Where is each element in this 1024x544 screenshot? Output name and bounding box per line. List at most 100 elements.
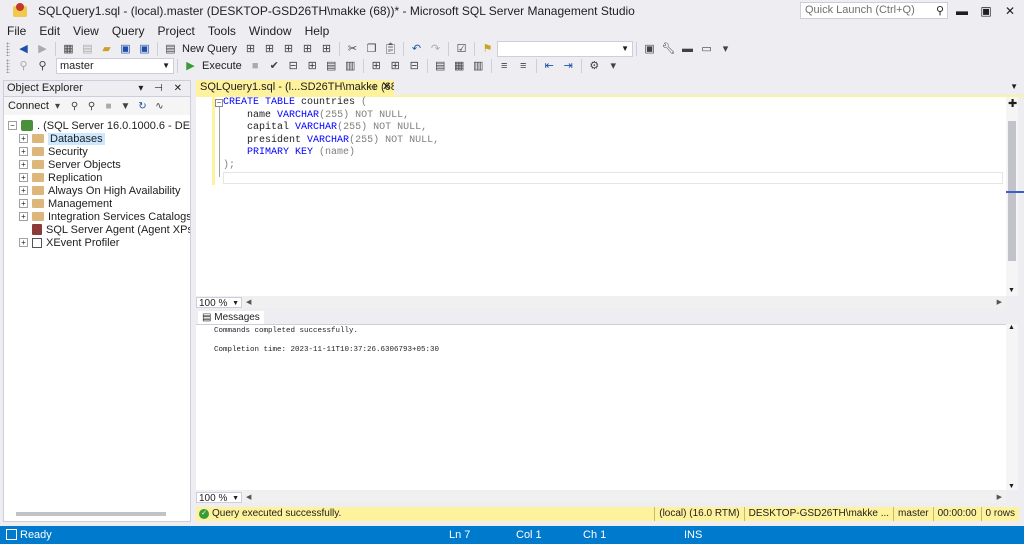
scroll-left-icon[interactable]: ◀ <box>246 298 251 306</box>
menu-edit[interactable]: Edit <box>34 24 68 38</box>
results-to-text-icon[interactable]: ▥ <box>342 58 358 74</box>
expand-icon[interactable]: + <box>19 134 28 143</box>
toolbar-options-icon[interactable]: ▾ <box>718 41 734 57</box>
live-stats-icon[interactable]: ⊞ <box>387 58 403 74</box>
toolbar-options-icon[interactable]: ▾ <box>605 58 621 74</box>
horizontal-scrollbar[interactable] <box>16 512 166 516</box>
specify-values-icon[interactable]: ⚙ <box>586 58 602 74</box>
menu-tools[interactable]: Tools <box>203 24 244 38</box>
scroll-down-icon[interactable]: ▼ <box>1008 287 1015 294</box>
output-icon[interactable]: ▭ <box>699 41 715 57</box>
activity-monitor-icon[interactable]: ☑ <box>454 41 470 57</box>
close-tab-icon[interactable]: ✕ <box>382 80 391 95</box>
tab-sqlquery1[interactable]: SQLQuery1.sql - (l...SD26TH\makke (68))*… <box>196 80 394 95</box>
client-stats-icon[interactable]: ⊟ <box>406 58 422 74</box>
find-icon[interactable]: ⚑ <box>480 41 496 57</box>
results-to-grid-icon[interactable]: ▤ <box>432 58 448 74</box>
sql-code[interactable]: CREATE TABLE countries ( name VARCHAR(25… <box>223 97 439 173</box>
cancel-query-icon[interactable]: ■ <box>247 58 263 74</box>
tab-list-dropdown-icon[interactable]: ▼ <box>1010 82 1018 91</box>
decrease-indent-icon[interactable]: ⇤ <box>541 58 557 74</box>
tree-node-always-on[interactable]: + Always On High Availability <box>4 184 190 197</box>
expand-icon[interactable]: + <box>19 173 28 182</box>
results-zoom-select[interactable]: 100 % ▼ <box>196 491 242 504</box>
refresh-icon[interactable]: ↻ <box>135 98 149 114</box>
database-select[interactable]: master ▼ <box>56 57 174 74</box>
execute-icon[interactable]: ▶ <box>183 58 199 74</box>
editor-vertical-scrollbar[interactable]: ✚ ▼ <box>1006 97 1018 296</box>
query-editor[interactable]: − CREATE TABLE countries ( name VARCHAR(… <box>196 97 1006 296</box>
properties-icon[interactable]: 🔧︎ <box>661 41 677 57</box>
panel-controls[interactable]: ▾ ⊣ ✕ <box>138 81 186 96</box>
tree-node-databases[interactable]: + Databases <box>4 132 190 145</box>
new-query-icon[interactable]: ▤ <box>163 41 179 57</box>
tree-node-security[interactable]: + Security <box>4 145 190 158</box>
stop-icon[interactable]: ■ <box>101 98 115 114</box>
expand-icon[interactable]: + <box>19 186 28 195</box>
new-project-icon[interactable]: ▦ <box>61 41 77 57</box>
open-file-icon[interactable]: ▰ <box>99 41 115 57</box>
actual-plan-icon[interactable]: ⊞ <box>368 58 384 74</box>
menu-window[interactable]: Window <box>244 24 300 38</box>
back-icon[interactable]: ◀ <box>16 41 32 57</box>
results-vertical-scrollbar[interactable]: ▲ ▼ <box>1006 324 1018 490</box>
forward-icon[interactable]: ▶ <box>35 41 51 57</box>
tree-node-integration-services[interactable]: + Integration Services Catalogs <box>4 210 190 223</box>
tree-node-xevent-profiler[interactable]: + XEvent Profiler <box>4 236 190 249</box>
scroll-down-icon[interactable]: ▼ <box>1008 483 1015 490</box>
db-engine-query-icon[interactable]: ⊞ <box>243 41 259 57</box>
scroll-right-icon[interactable]: ▶ <box>997 298 1002 306</box>
connect-icon[interactable]: ⚲ <box>16 58 32 74</box>
new-query-button[interactable]: New Query <box>182 43 237 55</box>
expand-icon[interactable]: + <box>19 147 28 156</box>
results-text-icon[interactable]: ▥ <box>470 58 486 74</box>
tree-node-sql-agent[interactable]: SQL Server Agent (Agent XPs disabled <box>4 223 190 236</box>
results-to-file-icon[interactable]: ▦ <box>451 58 467 74</box>
mdx-query-icon[interactable]: ⊞ <box>262 41 278 57</box>
menu-view[interactable]: View <box>68 24 107 38</box>
uncomment-icon[interactable]: ≡ <box>515 58 531 74</box>
change-connection-icon[interactable]: ⚲ <box>35 58 51 74</box>
comment-icon[interactable]: ≡ <box>496 58 512 74</box>
expand-icon[interactable]: + <box>19 212 28 221</box>
scroll-up-icon[interactable]: ▲ <box>1008 324 1015 331</box>
results-horizontal-scrollbar[interactable]: ◀ ▶ <box>242 491 1006 503</box>
copy-icon[interactable]: ❐ <box>364 41 380 57</box>
minimize-button[interactable]: ▬ <box>950 2 974 20</box>
tree-server-node[interactable]: − . (SQL Server 16.0.1000.6 - DESKTOP-GS… <box>4 119 190 132</box>
paste-icon[interactable]: 📋︎ <box>383 41 399 57</box>
collapse-region-icon[interactable]: − <box>215 99 223 107</box>
intellisense-icon[interactable]: ▤ <box>323 58 339 74</box>
scroll-right-icon[interactable]: ▶ <box>997 493 1002 501</box>
search-icon[interactable]: ⚲ <box>936 4 944 19</box>
add-item-icon[interactable]: ▤ <box>80 41 96 57</box>
cut-icon[interactable]: ✂ <box>345 41 361 57</box>
save-all-icon[interactable]: ▣ <box>137 41 153 57</box>
activity-icon[interactable]: ∿ <box>152 98 166 114</box>
menu-file[interactable]: File <box>2 24 34 38</box>
tree-node-management[interactable]: + Management <box>4 197 190 210</box>
undo-icon[interactable]: ↶ <box>409 41 425 57</box>
filter-icon[interactable]: ▼ <box>118 98 132 114</box>
expand-icon[interactable]: + <box>19 160 28 169</box>
tree-node-replication[interactable]: + Replication <box>4 171 190 184</box>
tab-messages[interactable]: ▤ Messages <box>198 311 264 324</box>
expand-icon[interactable]: + <box>19 199 28 208</box>
scroll-left-icon[interactable]: ◀ <box>246 493 251 501</box>
find-combo[interactable]: ▼ <box>497 40 634 57</box>
tree-node-server-objects[interactable]: + Server Objects <box>4 158 190 171</box>
disconnect-icon[interactable]: ⚲ <box>84 98 98 114</box>
editor-horizontal-scrollbar[interactable]: ◀ ▶ <box>242 296 1006 308</box>
quick-launch-input[interactable]: Quick Launch (Ctrl+Q) ⚲ <box>800 2 948 19</box>
menu-help[interactable]: Help <box>300 24 338 38</box>
dmx-query-icon[interactable]: ⊞ <box>281 41 297 57</box>
registered-servers-icon[interactable]: ▣ <box>642 41 658 57</box>
editor-zoom-select[interactable]: 100 % ▼ <box>196 296 242 309</box>
menu-query[interactable]: Query <box>107 24 153 38</box>
menu-project[interactable]: Project <box>153 24 203 38</box>
close-button[interactable]: ✕ <box>998 2 1022 20</box>
split-icon[interactable]: ✚ <box>1008 97 1017 110</box>
toolbar-grip[interactable] <box>6 58 10 73</box>
pin-icon[interactable]: ⊣ <box>368 80 376 95</box>
parse-icon[interactable]: ✔ <box>266 58 282 74</box>
